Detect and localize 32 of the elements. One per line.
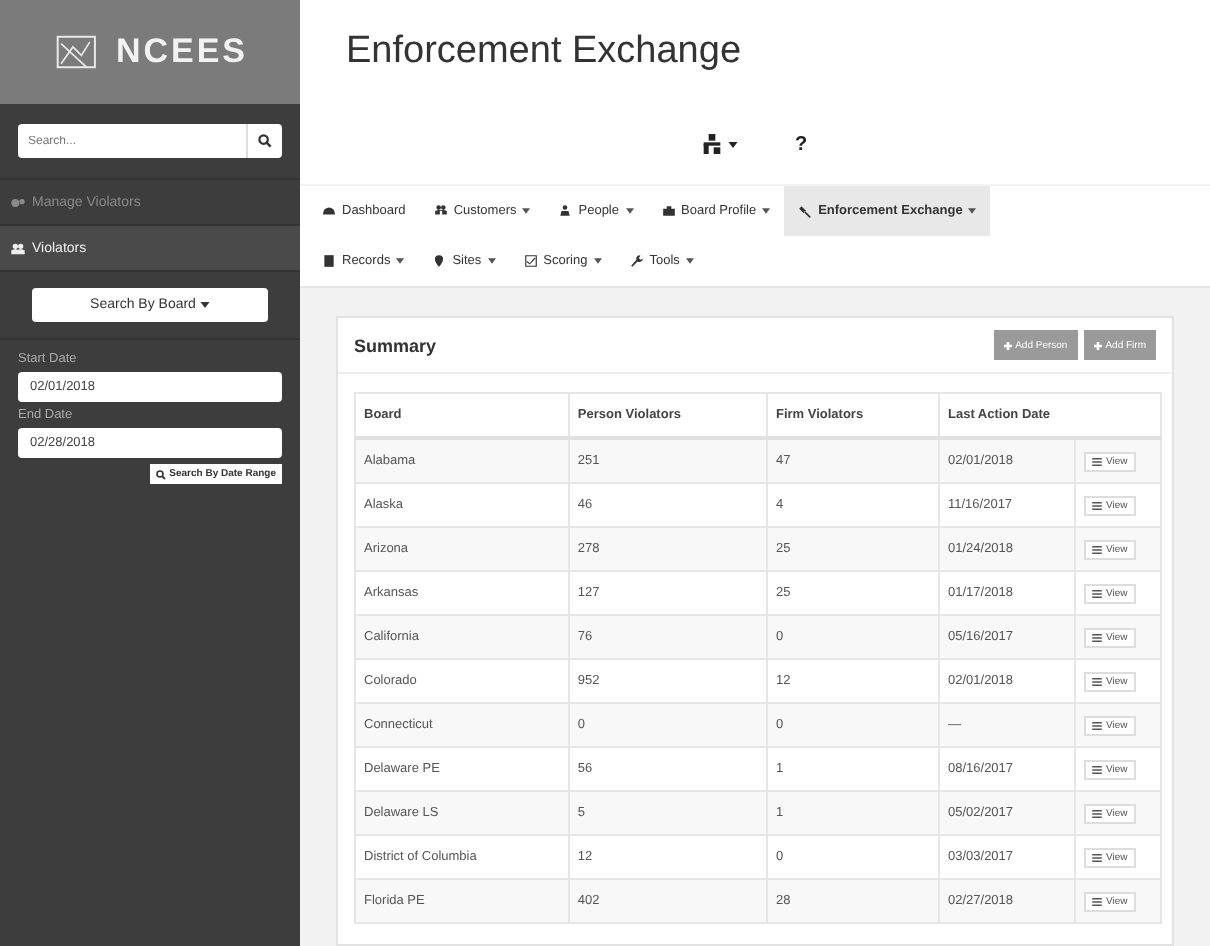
list-icon [1092, 897, 1102, 905]
list-icon [1092, 721, 1102, 729]
list-icon [1092, 589, 1102, 597]
list-icon [1092, 853, 1102, 861]
gavel-icon [798, 204, 813, 218]
list-icon [1092, 457, 1102, 465]
map-pin-icon [432, 254, 447, 268]
users-icon [10, 241, 26, 255]
wrench-icon [629, 254, 644, 268]
plus-icon [1093, 341, 1102, 349]
list-icon [1092, 501, 1102, 509]
logo-text: NCEES [115, 32, 249, 72]
caret-icon [199, 302, 210, 308]
user-icon [558, 204, 573, 218]
list-icon [1092, 677, 1102, 685]
search-icon [258, 134, 272, 148]
list-icon [1092, 809, 1102, 817]
search-button[interactable] [246, 124, 282, 158]
org-menu-button[interactable] [702, 134, 739, 154]
briefcase-icon [661, 204, 675, 218]
list-icon [1092, 765, 1102, 773]
page-title: Enforcement Exchange [344, 28, 744, 76]
list-icon [1092, 633, 1102, 641]
help-link[interactable]: ? [794, 133, 808, 155]
sitemap-icon [702, 134, 723, 154]
list-icon [1092, 545, 1102, 553]
panel-title: Summary [354, 335, 437, 355]
checkbox-icon [523, 254, 538, 268]
caret-icon [728, 141, 739, 147]
plus-icon [1003, 341, 1012, 349]
users-icon [433, 204, 448, 218]
search-icon [155, 469, 166, 479]
